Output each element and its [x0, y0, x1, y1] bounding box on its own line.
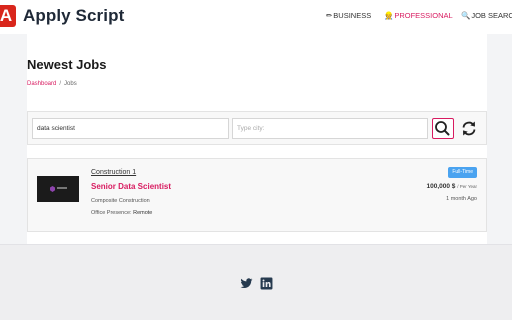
city-input[interactable]: Type city: [232, 118, 428, 139]
top-navbar: A Apply Script ✏BUSINESS 👷PROFESSIONAL 🔍… [0, 0, 512, 34]
logo-wordmark [57, 187, 67, 189]
company-link[interactable]: Construction 1 [91, 169, 136, 176]
office-presence: Office Presence: Remote [91, 210, 152, 216]
company-logo[interactable] [37, 176, 79, 202]
person-icon: 👷 [384, 11, 394, 20]
breadcrumb-dashboard[interactable]: Dashboard [27, 81, 56, 87]
salary-amount: 100,000 $ [426, 183, 456, 190]
nav-professional[interactable]: 👷PROFESSIONAL [384, 11, 453, 20]
footer [0, 244, 512, 320]
main-content: Newest Jobs Dashboard / Jobs data scientis… [27, 34, 487, 244]
nav-job-search[interactable]: 🔍JOB SEARCH [461, 11, 512, 20]
linkedin-icon[interactable] [260, 277, 273, 290]
office-presence-label: Office Presence: [91, 210, 132, 216]
logo-mark [50, 186, 55, 192]
twitter-icon[interactable] [240, 277, 253, 290]
briefcase-icon: ✏ [326, 11, 333, 20]
breadcrumb-current: Jobs [64, 81, 77, 87]
search-button[interactable] [432, 118, 454, 139]
job-card[interactable]: Construction 1 Senior Data Scientist Com… [27, 158, 487, 232]
nav-business-label: BUSINESS [333, 11, 372, 20]
employment-type-badge: Full-Time [448, 167, 477, 178]
search-panel: data scientist Type city: [27, 111, 487, 145]
page-title: Newest Jobs [27, 57, 107, 72]
nav-business[interactable]: ✏BUSINESS [326, 11, 371, 20]
brand-name[interactable]: Apply Script [23, 6, 124, 26]
office-presence-value: Remote [133, 210, 153, 216]
breadcrumb: Dashboard / Jobs [27, 81, 77, 87]
magnifier-icon [435, 121, 450, 136]
logo[interactable]: A [0, 5, 16, 27]
job-title-link[interactable]: Senior Data Scientist [91, 182, 171, 191]
salary: 100,000 $ / Per Year [427, 183, 478, 190]
breadcrumb-separator: / [59, 81, 62, 87]
nav-job-search-label: JOB SEARCH [471, 11, 512, 20]
company-name: Composite Construction [91, 198, 150, 204]
nav-professional-label: PROFESSIONAL [394, 11, 453, 20]
keyword-input[interactable]: data scientist [32, 118, 229, 139]
salary-unit: / Per Year [457, 184, 477, 189]
refresh-icon [462, 121, 476, 136]
reset-button[interactable] [458, 118, 480, 139]
posted-time: 1 month Ago [446, 196, 477, 202]
search-icon: 🔍 [461, 11, 471, 20]
